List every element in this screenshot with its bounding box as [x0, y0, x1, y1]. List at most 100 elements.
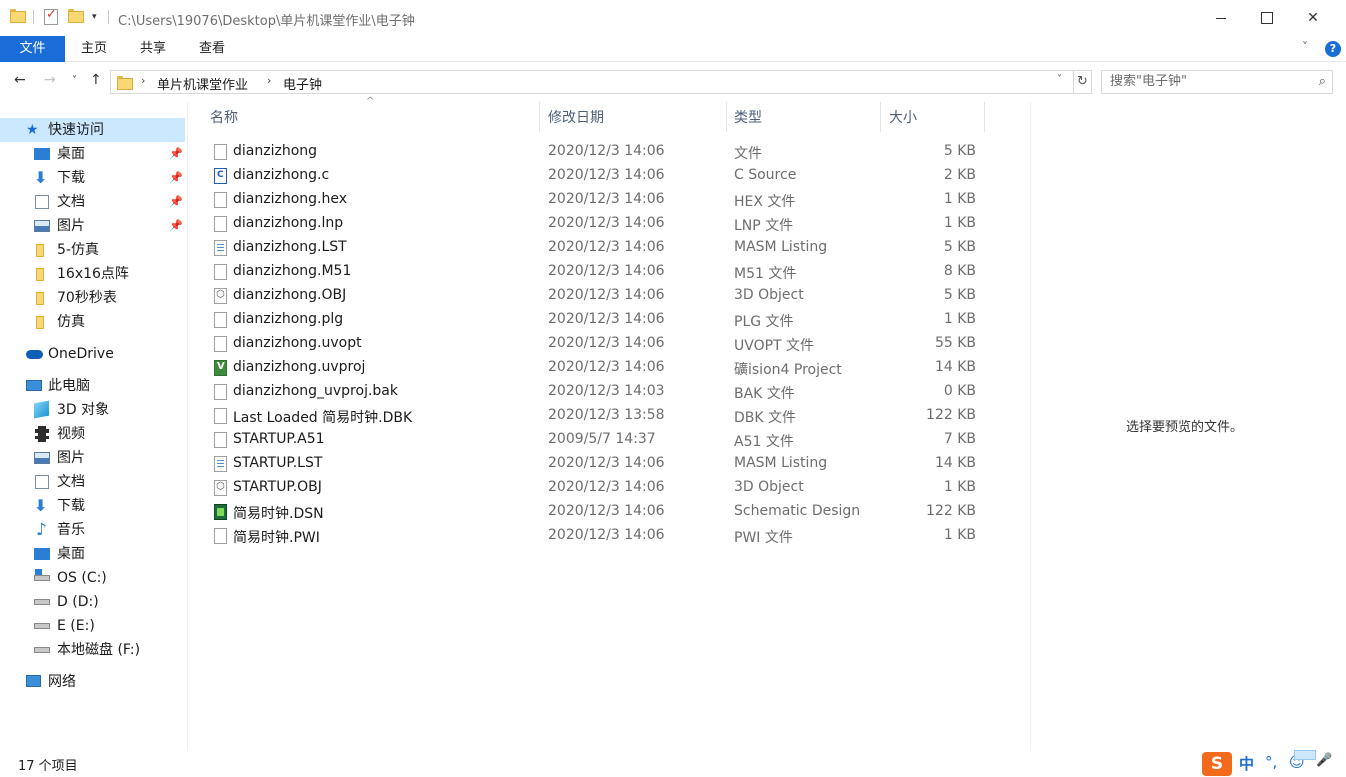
breadcrumb-separator[interactable]: ›	[267, 74, 271, 87]
file-row[interactable]: dianzizhong.M51 2020/12/3 14:06 M51 文件 8 KB	[204, 260, 984, 284]
sidebar-item-onedrive[interactable]: OneDrive	[26, 342, 176, 366]
sidebar-item-network[interactable]: 网络	[26, 670, 176, 694]
file-row[interactable]: dianzizhong.hex 2020/12/3 14:06 HEX 文件 1 KB	[204, 188, 984, 212]
pin-icon: 📌	[169, 219, 183, 232]
back-button[interactable]: ←	[14, 72, 26, 88]
file-row[interactable]: Last Loaded 简易时钟.DBK 2020/12/3 13:58 DBK 文…	[204, 404, 984, 428]
file-row[interactable]: dianzizhong.plg 2020/12/3 14:06 PLG 文件 1 KB	[204, 308, 984, 332]
file-row[interactable]: dianzizhong.lnp 2020/12/3 14:06 LNP 文件 1 KB	[204, 212, 984, 236]
search-box[interactable]: ⌕	[1101, 70, 1333, 94]
sidebar-item-documents[interactable]: 文档 📌	[34, 190, 184, 214]
column-divider[interactable]	[984, 102, 985, 132]
search-input[interactable]	[1110, 74, 1300, 89]
sidebar-item-pictures[interactable]: 图片 📌	[34, 214, 184, 238]
sidebar-item-folder[interactable]: 5-仿真	[34, 238, 184, 262]
file-row[interactable]: dianzizhong.uvproj 2020/12/3 14:06 礦ision4…	[204, 356, 984, 380]
file-row[interactable]: dianzizhong.uvopt 2020/12/3 14:06 UVOPT 文件…	[204, 332, 984, 356]
file-date: 2020/12/3 14:06	[548, 359, 665, 375]
sidebar-item-pictures[interactable]: 图片	[34, 446, 184, 470]
file-size: 5 KB	[943, 239, 976, 255]
breadcrumb-separator[interactable]: ›	[141, 74, 145, 87]
navigation-bar: ← → ˅ ↑ › 单片机课堂作业 › 电子钟 ˅ ↻ ⌕	[0, 62, 1346, 102]
file-row[interactable]: dianzizhong.OBJ 2020/12/3 14:06 3D Object 5…	[204, 284, 984, 308]
file-row[interactable]: dianzizhong.LST 2020/12/3 14:06 MASM Listi…	[204, 236, 984, 260]
sidebar-item-videos[interactable]: 视频	[34, 422, 184, 446]
ime-punctuation-toggle[interactable]: °,	[1265, 753, 1277, 771]
sidebar-item-label: 图片	[57, 218, 85, 234]
file-row[interactable]: STARTUP.OBJ 2020/12/3 14:06 3D Object 1 KB	[204, 476, 984, 500]
column-divider[interactable]	[880, 102, 881, 132]
divider	[33, 10, 34, 24]
file-row[interactable]: 简易时钟.DSN 2020/12/3 14:06 Schematic Design 1…	[204, 500, 984, 524]
tab-share[interactable]: 共享	[131, 36, 175, 62]
address-dropdown-button[interactable]: ˅	[1057, 74, 1062, 85]
sidebar-item-downloads[interactable]: ⬇ 下载	[34, 494, 184, 518]
column-header-size[interactable]: 大小	[889, 102, 981, 132]
folder-icon	[36, 268, 44, 281]
address-bar[interactable]: › 单片机课堂作业 › 电子钟 ˅	[110, 70, 1074, 94]
column-header-type[interactable]: 类型	[734, 102, 878, 132]
sidebar-item-music[interactable]: ♪ 音乐	[34, 518, 184, 542]
pictures-icon	[34, 220, 50, 232]
sidebar-item-drive-c[interactable]: OS (C:)	[34, 566, 184, 590]
sidebar-item-3d-objects[interactable]: 3D 对象	[34, 398, 184, 422]
up-button[interactable]: ↑	[90, 72, 102, 88]
column-header-date[interactable]: 修改日期	[548, 102, 724, 132]
tab-file[interactable]: 文件	[0, 36, 65, 62]
sidebar-item-desktop[interactable]: 桌面 📌	[34, 142, 184, 166]
star-icon: ★	[26, 122, 39, 138]
file-row[interactable]: dianzizhong 2020/12/3 14:06 文件 5 KB	[204, 140, 984, 164]
sidebar-item-label: 音乐	[57, 522, 85, 538]
sidebar-item-drive-d[interactable]: D (D:)	[34, 590, 184, 614]
sidebar-item-quick-access[interactable]: ★ 快速访问	[26, 118, 185, 142]
file-row[interactable]: dianzizhong_uvproj.bak 2020/12/3 14:03 BAK…	[204, 380, 984, 404]
minimize-button[interactable]	[1198, 0, 1244, 36]
sidebar-item-folder[interactable]: 仿真	[34, 310, 184, 334]
file-row[interactable]: STARTUP.A51 2009/5/7 14:37 A51 文件 7 KB	[204, 428, 984, 452]
breadcrumb-item[interactable]: 电子钟	[283, 74, 322, 93]
sidebar-item-downloads[interactable]: ⬇ 下载 📌	[34, 166, 184, 190]
tab-view[interactable]: 查看	[190, 36, 234, 62]
sidebar-item-documents[interactable]: 文档	[34, 470, 184, 494]
quick-access-toolbar-dropdown[interactable]: ▾	[92, 12, 97, 22]
file-type: A51 文件	[734, 434, 794, 450]
sidebar-item-drive-e[interactable]: E (E:)	[34, 614, 184, 638]
expand-ribbon-button[interactable]: ˅	[1302, 40, 1308, 54]
file-date: 2020/12/3 14:06	[548, 167, 665, 183]
help-icon[interactable]: ?	[1325, 41, 1341, 57]
item-count: 17 个项目	[18, 759, 78, 774]
search-icon[interactable]: ⌕	[1319, 74, 1326, 89]
file-name: dianzizhong.LST	[233, 239, 347, 255]
file-row[interactable]: STARTUP.LST 2020/12/3 14:06 MASM Listing 14…	[204, 452, 984, 476]
sidebar-item-this-pc[interactable]: 此电脑	[26, 374, 176, 398]
file-date: 2020/12/3 14:06	[548, 503, 665, 519]
tab-home[interactable]: 主页	[72, 36, 116, 62]
documents-icon	[35, 475, 49, 489]
sidebar-item-folder[interactable]: 70秒秒表	[34, 286, 184, 310]
sogou-ime-logo[interactable]: S	[1202, 752, 1232, 776]
column-header-name[interactable]: 名称	[210, 102, 538, 132]
file-row[interactable]: dianzizhong.c 2020/12/3 14:06 C Source 2 KB	[204, 164, 984, 188]
file-row[interactable]: 简易时钟.PWI 2020/12/3 14:06 PWI 文件 1 KB	[204, 524, 984, 548]
sidebar-item-folder[interactable]: 16x16点阵	[34, 262, 184, 286]
microphone-icon[interactable]: 🎤	[1316, 753, 1332, 768]
file-type: M51 文件	[734, 266, 797, 282]
column-divider[interactable]	[726, 102, 727, 132]
close-button[interactable]: ✕	[1290, 0, 1336, 36]
file-name: dianzizhong.plg	[233, 311, 344, 327]
sidebar-item-drive-f[interactable]: 本地磁盘 (F:)	[34, 638, 184, 662]
forward-button[interactable]: →	[44, 72, 56, 88]
ime-language-indicator[interactable]: 中	[1239, 753, 1254, 774]
breadcrumb-item[interactable]: 单片机课堂作业	[157, 74, 248, 93]
column-divider[interactable]	[539, 102, 540, 132]
refresh-button[interactable]: ↻	[1074, 70, 1092, 94]
details-view-button[interactable]	[1294, 750, 1316, 760]
maximize-button[interactable]	[1244, 0, 1290, 36]
sidebar-item-desktop[interactable]: 桌面	[34, 542, 184, 566]
recent-locations-button[interactable]: ˅	[72, 75, 77, 86]
file-date: 2020/12/3 14:06	[548, 191, 665, 207]
new-folder-icon[interactable]	[68, 9, 84, 23]
file-type: C Source	[734, 167, 797, 183]
properties-icon[interactable]	[44, 7, 58, 25]
cloud-icon	[26, 350, 43, 359]
